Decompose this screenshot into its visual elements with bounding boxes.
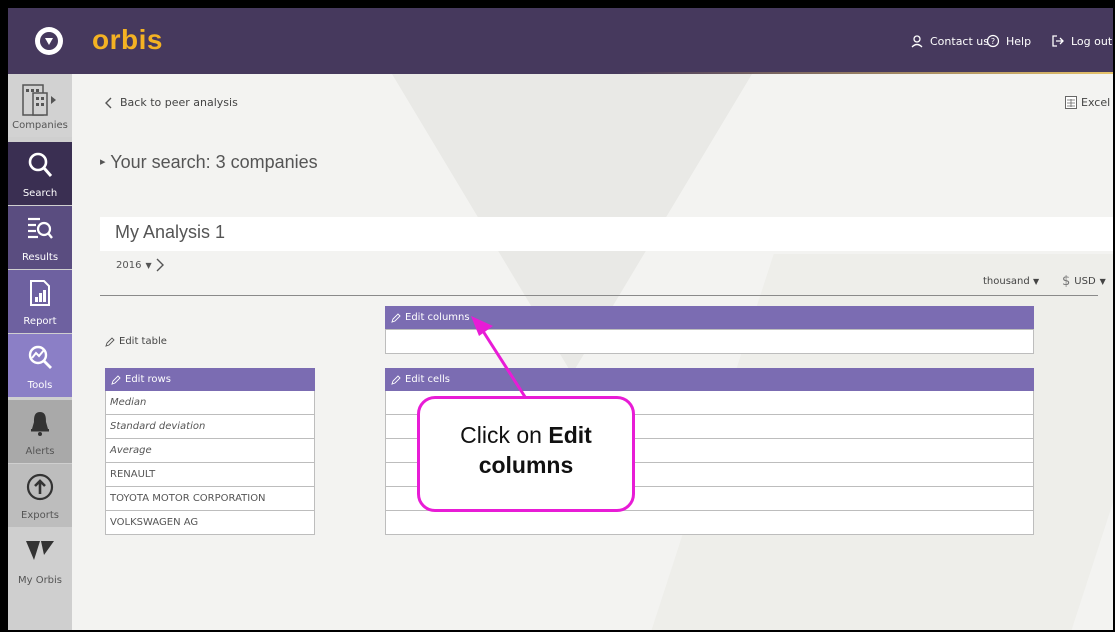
contact-us-label: Contact us	[930, 34, 989, 48]
contact-us-link[interactable]: Contact us	[910, 34, 989, 48]
sidebar-item-label: Search	[22, 188, 58, 199]
back-to-peer-analysis-link[interactable]: Back to peer analysis	[104, 96, 238, 109]
help-icon: ?	[986, 34, 1000, 48]
sidebar-item-report[interactable]: Report	[8, 270, 72, 333]
edit-columns-label: Edit columns	[405, 312, 470, 323]
table-row[interactable]: Average	[105, 439, 315, 463]
top-bar: orbis Contact us ? Help Log out	[8, 8, 1113, 72]
sidebar: Companies Search Results Report Tools Al…	[8, 74, 72, 630]
excel-export-button[interactable]: Excel	[1065, 96, 1110, 109]
table-row[interactable]: TOYOTA MOTOR CORPORATION	[105, 487, 315, 511]
help-link[interactable]: ? Help	[986, 34, 1031, 48]
sidebar-item-label: My Orbis	[17, 575, 63, 586]
chevron-left-icon	[105, 97, 112, 108]
logout-link[interactable]: Log out	[1051, 34, 1112, 48]
search-summary-text: Your search: 3 companies	[110, 152, 318, 172]
sidebar-item-companies[interactable]: Companies	[8, 74, 72, 137]
back-link-label: Back to peer analysis	[120, 96, 238, 109]
caret-down-icon: ▼	[145, 260, 152, 270]
edit-cells-label: Edit cells	[405, 374, 450, 385]
my-orbis-icon	[26, 541, 54, 560]
app-window: orbis Contact us ? Help Log out Companie…	[8, 8, 1113, 630]
sidebar-item-exports[interactable]: Exports	[8, 464, 72, 527]
search-summary[interactable]: ▸ Your search: 3 companies	[100, 152, 318, 173]
brand-name[interactable]: orbis	[92, 24, 163, 56]
help-label: Help	[1006, 34, 1032, 48]
edit-table-label: Edit table	[119, 336, 167, 347]
companies-icon	[22, 84, 56, 116]
caret-down-icon: ▼	[1099, 277, 1106, 286]
sidebar-item-results[interactable]: Results	[8, 206, 72, 269]
tools-icon	[28, 345, 52, 369]
sidebar-item-alerts[interactable]: Alerts	[8, 400, 72, 463]
sidebar-item-label: Exports	[21, 510, 59, 521]
report-icon	[30, 280, 50, 306]
year-value: 2016	[116, 259, 142, 271]
svg-text:?: ?	[991, 37, 995, 46]
edit-table-button[interactable]: Edit table	[105, 336, 167, 347]
table-row[interactable]: Standard deviation	[105, 415, 315, 439]
sidebar-item-label: Alerts	[25, 446, 55, 457]
sidebar-item-label: Tools	[27, 380, 53, 391]
main-content: Back to peer analysis Excel ▸ Your searc…	[72, 74, 1113, 630]
unit-selector[interactable]: thousand ▼	[983, 276, 1039, 287]
dollar-icon: $	[1062, 274, 1071, 289]
pencil-icon	[391, 312, 401, 323]
edit-rows-button[interactable]: Edit rows	[105, 368, 315, 391]
currency-value: USD	[1074, 276, 1096, 287]
pencil-icon	[391, 374, 401, 385]
pencil-icon	[111, 374, 121, 385]
excel-icon	[1065, 96, 1077, 109]
divider	[100, 295, 1098, 296]
results-icon	[28, 217, 53, 239]
table-row[interactable]: RENAULT	[105, 463, 315, 487]
analysis-title: My Analysis 1	[115, 222, 226, 242]
chevron-right-icon[interactable]	[156, 258, 164, 272]
year-selector[interactable]: 2016 ▼	[116, 258, 164, 272]
annotation-arrow	[471, 316, 529, 401]
sidebar-item-my-orbis[interactable]: My Orbis	[8, 529, 72, 592]
sidebar-item-search[interactable]: Search	[8, 142, 72, 205]
sidebar-item-label: Results	[21, 252, 59, 263]
table-row[interactable]: VOLKSWAGEN AG	[105, 511, 315, 535]
logout-label: Log out	[1071, 34, 1113, 48]
table-row[interactable]: Median	[105, 391, 315, 415]
logout-icon	[1052, 35, 1064, 47]
person-icon	[911, 35, 923, 48]
currency-selector[interactable]: $ USD ▼	[1062, 274, 1106, 289]
excel-label: Excel	[1081, 96, 1111, 109]
sidebar-item-label: Report	[23, 316, 57, 327]
pencil-icon	[105, 336, 115, 347]
caret-right-icon: ▸	[100, 156, 106, 168]
sidebar-item-tools[interactable]: Tools	[8, 334, 72, 397]
orbis-logo-icon[interactable]	[35, 27, 63, 55]
sidebar-item-label: Companies	[12, 120, 68, 131]
unit-value: thousand	[983, 276, 1030, 287]
caret-down-icon: ▼	[1032, 277, 1040, 286]
edit-rows-label: Edit rows	[125, 374, 171, 385]
cell-row[interactable]	[385, 511, 1034, 535]
search-icon	[28, 152, 53, 177]
export-icon	[26, 473, 54, 501]
instruction-callout: Click on Edit columns	[417, 396, 635, 512]
callout-text: Click on	[460, 422, 549, 448]
analysis-title-box[interactable]: My Analysis 1	[100, 217, 1113, 251]
bell-icon	[31, 412, 49, 436]
